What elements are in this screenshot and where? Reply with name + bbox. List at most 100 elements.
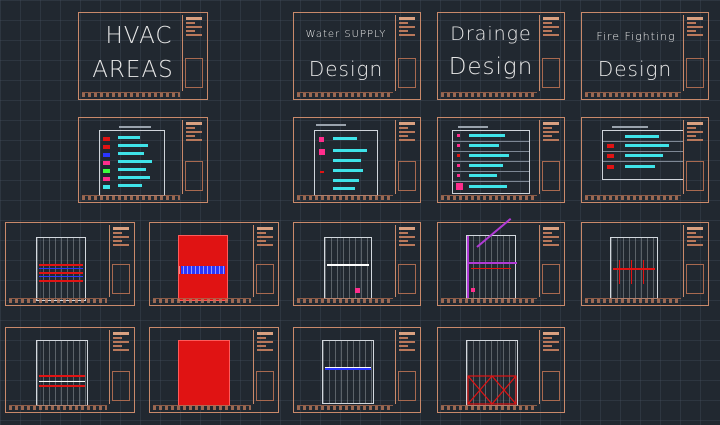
water-title-line1: Water SUPPLY [305,29,387,40]
legend-label [625,144,669,147]
title-block [539,120,562,194]
sheet-footer [585,92,681,97]
water-title-line2: Design [308,57,384,81]
legend-label [333,149,367,152]
title-block [109,225,132,297]
drainage-title-line1: Drainge [450,23,532,45]
legend-symbol [319,137,324,142]
legend-label [469,134,505,137]
title-block [253,225,276,297]
legend-header [612,126,648,128]
floor-plan [36,237,86,301]
sheet-drainage-plan-1[interactable] [437,217,565,306]
legend-label [469,144,499,147]
title-block [395,225,418,297]
legend-symbol [456,183,463,190]
legend-symbol [103,161,110,165]
title-block [182,15,205,91]
drain-cross-lines [467,375,517,405]
legend-symbol [103,177,110,181]
sheet-drainage-plan-2[interactable] [437,327,565,413]
legend-symbol [457,134,460,137]
sheet-water-cover[interactable]: Water SUPPLY Design [293,12,421,100]
sheet-footer [153,298,251,303]
legend-symbol [319,149,325,155]
legend-symbol [103,137,110,141]
title-block [539,330,562,404]
drainage-title-line2: Design [448,54,534,80]
floor-plan [466,217,517,299]
title-block [395,120,418,194]
title-block [683,120,706,194]
sheet-hvac-cover[interactable]: HVAC AREAS [78,12,208,100]
sheet-footer [441,405,537,410]
legend-table [452,130,530,194]
floor-plan [322,340,374,404]
title-block [683,15,706,91]
legend-label [118,152,144,155]
legend-label [469,164,503,167]
sheet-footer [297,298,393,303]
legend-symbol [103,169,110,173]
fire-title-line1: Fire Fighting [596,30,676,43]
sheet-water-plan-2[interactable] [293,327,421,413]
sheet-fire-cover[interactable]: Fire Fighting Design [581,12,709,100]
legend-table [314,130,378,196]
sheet-fire-plan-1[interactable] [581,222,709,306]
sheet-hvac-plan-1[interactable] [5,222,135,306]
legend-label [333,159,361,162]
title-block [539,15,562,91]
title-block [395,15,418,91]
legend-label [469,154,509,157]
sheet-footer [585,298,681,303]
sheet-hvac-plan-3[interactable] [5,327,135,413]
floor-plan [178,340,230,406]
sheet-hvac-plan-4[interactable] [149,327,279,413]
title-block [253,330,276,404]
sheet-footer [153,405,251,410]
legend-symbol [457,154,460,157]
legend-header [458,126,488,128]
legend-label [333,179,359,182]
sheet-footer [441,298,537,303]
legend-label [333,137,357,140]
legend-symbol [607,165,614,169]
legend-label [625,165,655,168]
legend-symbol [457,174,460,177]
sheet-drainage-cover[interactable]: Drainge Design [437,12,565,100]
legend-label [118,184,142,187]
sheet-footer [297,195,393,200]
sheet-footer [297,405,393,410]
title-block [395,330,418,404]
sheet-footer [9,298,107,303]
sheet-footer [585,195,681,200]
legend-label [118,176,150,179]
legend-symbol [320,171,324,173]
sheet-water-legend[interactable] [293,117,421,203]
legend-symbol [457,164,460,167]
floor-plan [324,237,372,299]
floor-plan [178,235,228,301]
title-block [109,330,132,404]
sheet-footer [441,92,537,97]
sheet-hvac-legend[interactable] [78,117,208,203]
legend-symbol [457,144,460,147]
sheet-fire-legend[interactable] [581,117,709,203]
legend-symbol [103,185,110,189]
sheet-water-plan-1[interactable] [293,222,421,306]
sheet-drainage-legend[interactable] [437,117,565,203]
title-block [539,225,562,297]
floor-plan [36,340,88,406]
legend-table [602,130,684,180]
legend-header [119,126,151,128]
cad-model-space[interactable]: HVAC AREAS Water SUPPLY Design Drainge D… [0,0,720,425]
title-block [683,225,706,297]
sheet-footer [297,92,393,97]
legend-label [118,144,148,147]
sheet-hvac-plan-2[interactable] [149,222,279,306]
sheet-footer [82,195,180,200]
hvac-title-line2: AREAS [92,57,174,83]
legend-label [469,185,507,188]
legend-label [118,168,146,171]
title-block [182,120,205,194]
